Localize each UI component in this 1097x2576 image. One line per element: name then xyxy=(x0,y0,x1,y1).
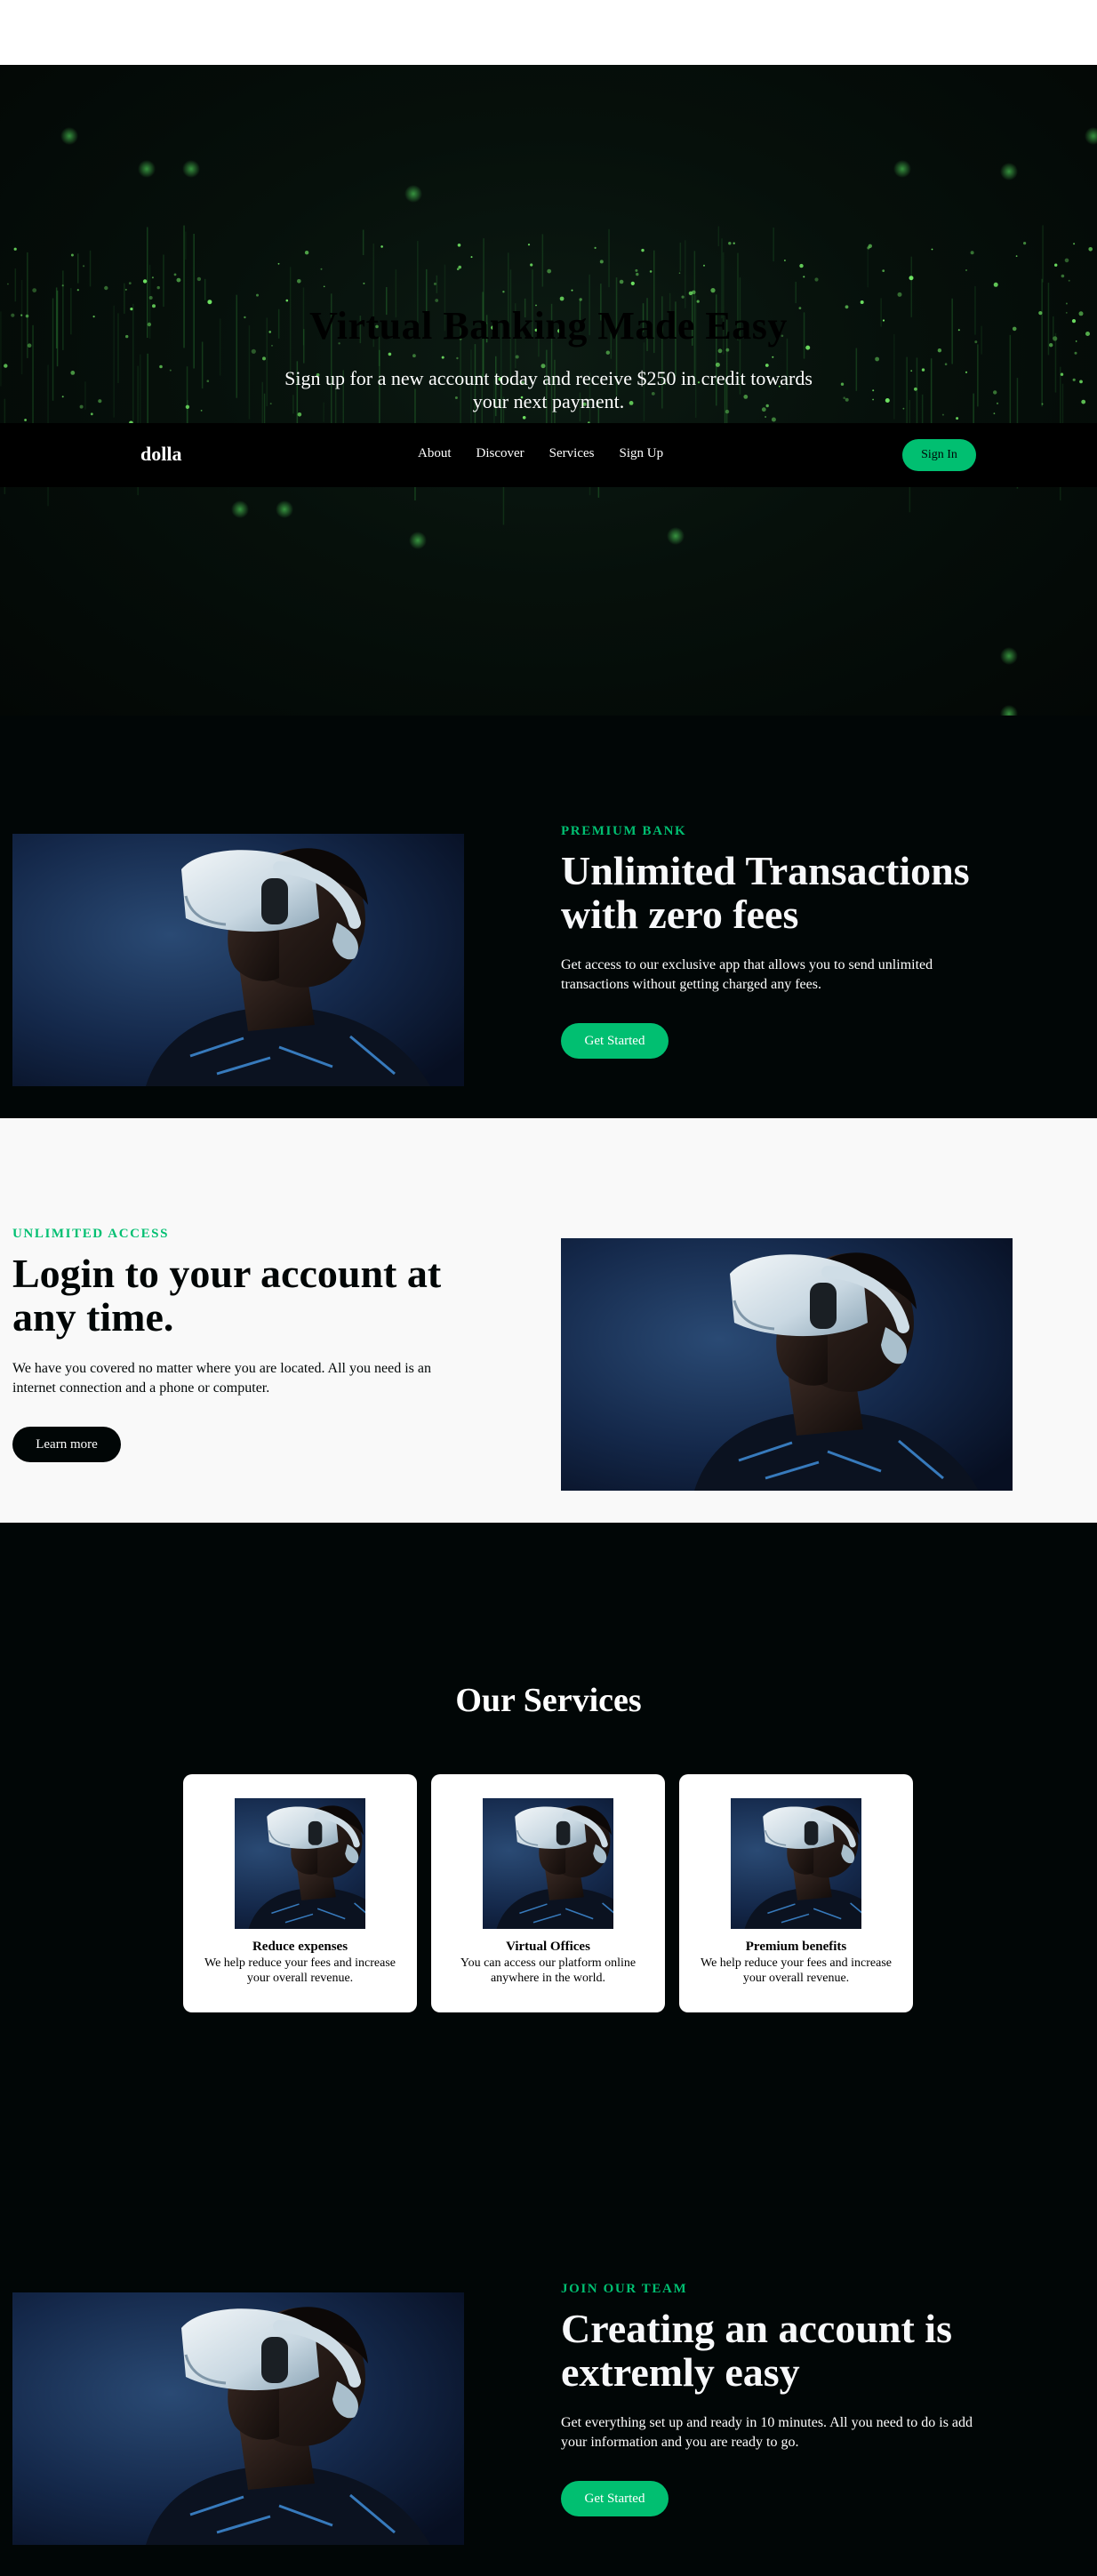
hero-title: Virtual Banking Made Easy xyxy=(309,304,788,348)
sign-in-button[interactable]: Sign In xyxy=(902,439,976,471)
service-image xyxy=(731,1798,861,1929)
service-card-title: Premium benefits xyxy=(745,1940,847,1954)
navbar: dolla About Discover Services Sign Up Si… xyxy=(0,423,1097,487)
get-started-button[interactable]: Get Started xyxy=(561,2481,669,2516)
section-headline: Login to your account at any time. xyxy=(12,1251,442,1340)
service-card: Virtual Offices You can access our platf… xyxy=(431,1774,665,2012)
section-eyebrow: Unlimited Access xyxy=(12,1227,170,1241)
service-card-text: We help reduce your fees and increase yo… xyxy=(701,1956,892,1985)
unlimited-access-section: Unlimited Access Login to your account a… xyxy=(0,1118,1097,1523)
service-card-title: Virtual Offices xyxy=(506,1940,590,1954)
nav-link-discover[interactable]: Discover xyxy=(476,446,524,461)
service-card: Premium benefits We help reduce your fee… xyxy=(679,1774,913,2012)
learn-more-button[interactable]: Learn more xyxy=(12,1427,121,1462)
service-image xyxy=(235,1798,365,1929)
service-image xyxy=(483,1798,613,1929)
logo[interactable]: dolla xyxy=(140,443,181,466)
nav-links: About Discover Services Sign Up xyxy=(418,446,663,461)
service-card: Reduce expenses We help reduce your fees… xyxy=(183,1774,417,2012)
hero-section: Virtual Banking Made Easy Sign up for a … xyxy=(0,65,1097,716)
services-title: Our Services xyxy=(455,1682,642,1719)
join-team-section: Join our Team Creating an account is ext… xyxy=(0,2225,1097,2576)
section-headline: Unlimited Transactions with zero fees xyxy=(561,848,970,937)
get-started-button[interactable]: Get Started xyxy=(561,1023,669,1059)
section-eyebrow: Join our Team xyxy=(561,2282,688,2296)
section-eyebrow: Premium Bank xyxy=(561,824,687,838)
nav-link-signup[interactable]: Sign Up xyxy=(619,446,663,461)
section-headline: Creating an account is extremly easy xyxy=(561,2306,952,2395)
nav-link-about[interactable]: About xyxy=(418,446,452,461)
vr-photo xyxy=(561,1238,1013,1491)
service-card-title: Reduce expenses xyxy=(252,1940,348,1954)
section-text: Get everything set up and ready in 10 mi… xyxy=(561,2415,973,2450)
services-section: Our Services Reduce expenses We help red… xyxy=(0,1523,1097,2225)
service-card-text: You can access our platform online anywh… xyxy=(460,1956,637,1985)
service-card-text: We help reduce your fees and increase yo… xyxy=(204,1956,396,1985)
vr-photo xyxy=(12,834,464,1086)
section-text: We have you covered no matter where you … xyxy=(12,1361,431,1396)
premium-bank-section: Premium Bank Unlimited Transactions with… xyxy=(0,716,1097,1118)
section-text: Get access to our exclusive app that all… xyxy=(561,957,933,992)
vr-photo xyxy=(12,2292,464,2545)
hero-subtitle: Sign up for a new account today and rece… xyxy=(284,367,813,412)
nav-link-services[interactable]: Services xyxy=(549,446,595,461)
